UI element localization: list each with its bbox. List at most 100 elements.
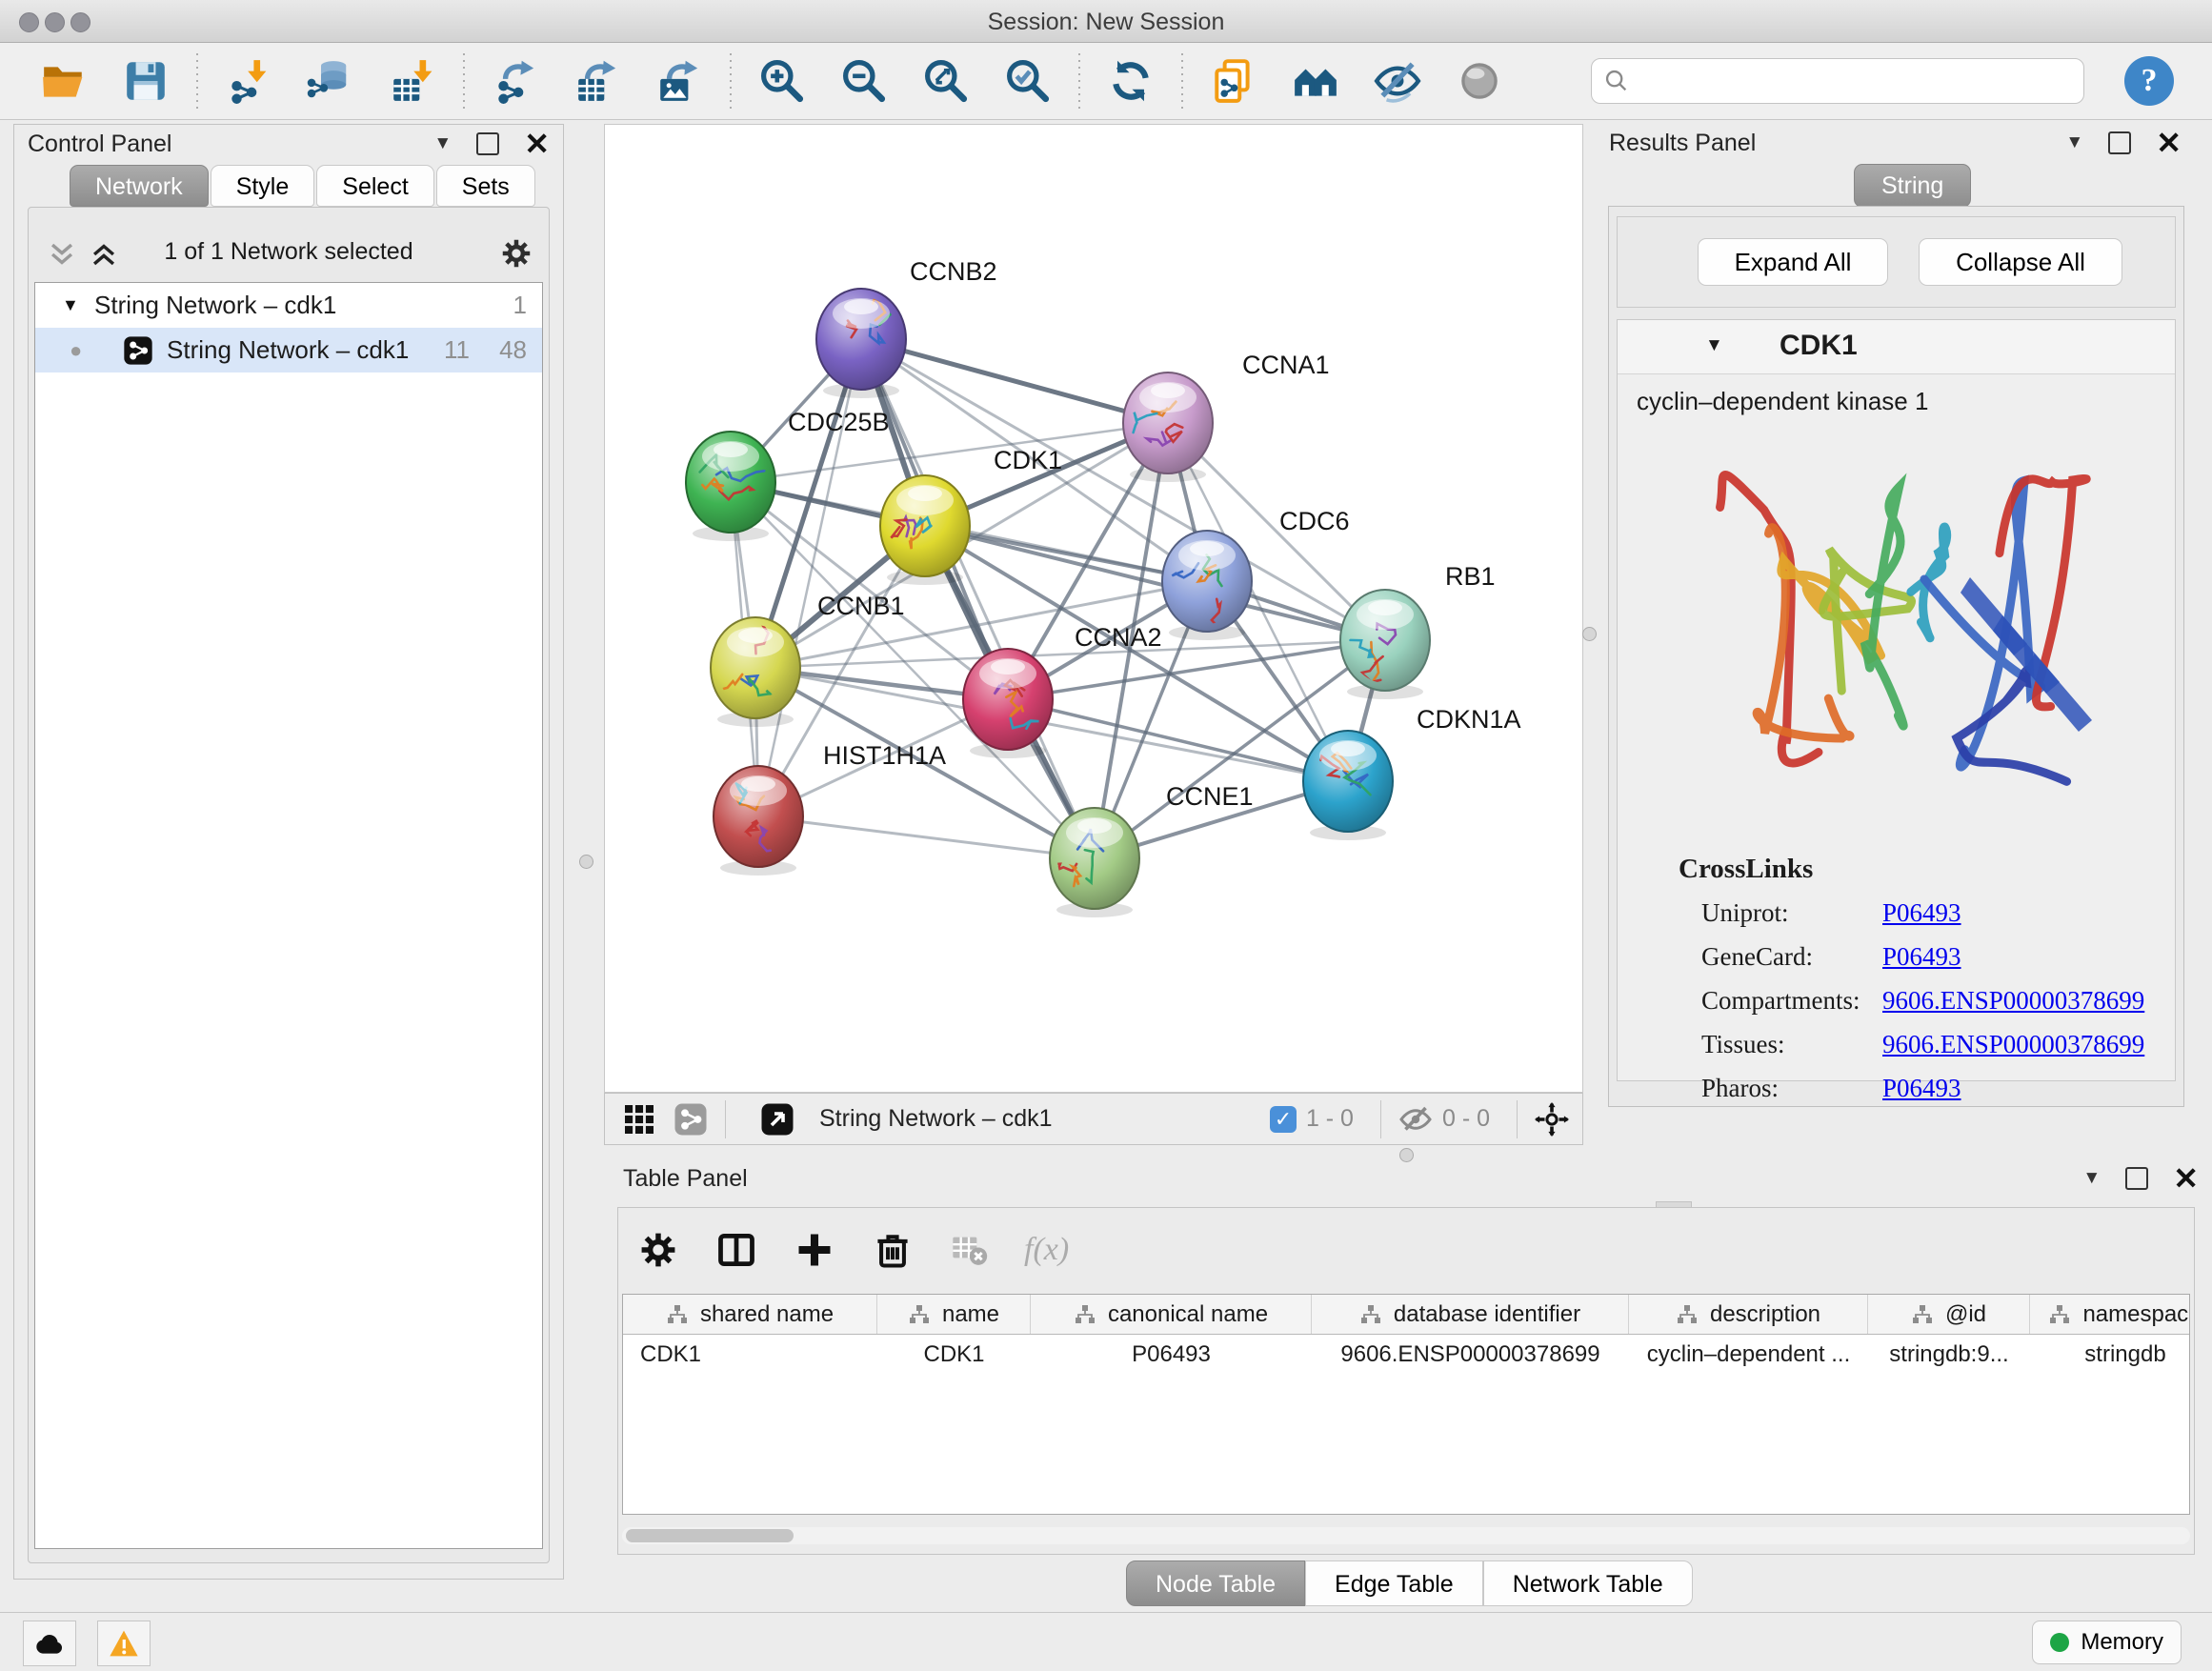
tab-node-table[interactable]: Node Table (1126, 1560, 1305, 1606)
help-button[interactable]: ? (2124, 56, 2174, 106)
hidden-eye-icon[interactable] (1398, 1102, 1433, 1137)
tab-string[interactable]: String (1854, 164, 1971, 208)
zoom-selected-button[interactable] (998, 51, 1057, 111)
table-cell[interactable]: stringdb:9... (1868, 1335, 2030, 1374)
network-canvas[interactable]: CCNB2CCNA1CDC25BCDK1CDC6RB1CCNB1CCNA2CDK… (604, 124, 1583, 1093)
table-cell[interactable]: cyclin–dependent ... (1629, 1335, 1868, 1374)
collapse-all-button[interactable]: Collapse All (1919, 238, 2122, 286)
network-collection-row[interactable]: ▼ String Network – cdk1 1 (35, 283, 542, 328)
float-panel-icon[interactable] (2108, 131, 2131, 154)
network-node-cdkn1a[interactable]: CDKN1A (1303, 705, 1521, 840)
column-header-canonical-name[interactable]: canonical name (1031, 1295, 1312, 1334)
left-splitter-handle[interactable] (579, 855, 593, 869)
tree-expand-icon[interactable]: ▼ (62, 283, 79, 328)
protein-section-header[interactable]: ▼ CDK1 (1618, 320, 2175, 374)
crosslink-link[interactable]: P06493 (1882, 898, 1961, 927)
column-header-name[interactable]: name (877, 1295, 1031, 1334)
export-image-button[interactable] (650, 51, 709, 111)
crosslink-link[interactable]: P06493 (1882, 1074, 1961, 1102)
node-label: HIST1H1A (823, 741, 946, 770)
network-node-ccne1[interactable]: CCNE1 (1050, 782, 1254, 917)
zoom-fit-button[interactable] (916, 51, 975, 111)
table-cell[interactable]: CDK1 (877, 1335, 1031, 1374)
refresh-button[interactable] (1101, 51, 1160, 111)
table-cell[interactable]: CDK1 (623, 1335, 877, 1374)
horizontal-scrollbar-thumb[interactable] (626, 1529, 794, 1542)
grid-view-icon[interactable] (622, 1102, 656, 1137)
network-node-rb1[interactable]: RB1 (1340, 562, 1496, 702)
panel-menu-icon[interactable]: ▼ (2082, 1168, 2101, 1189)
fit-selected-crosshair-icon[interactable] (1535, 1102, 1569, 1137)
network-node-hist1h1a[interactable]: HIST1H1A (714, 741, 946, 876)
collection-count: 1 (513, 283, 527, 328)
column-header-description[interactable]: description (1629, 1295, 1868, 1334)
table-settings-gear-icon[interactable] (637, 1229, 679, 1271)
zoom-out-button[interactable] (835, 51, 894, 111)
close-panel-icon[interactable]: ✕ (2173, 1169, 2199, 1188)
tab-select[interactable]: Select (316, 165, 433, 207)
network-edge[interactable] (758, 816, 1095, 858)
network-edge[interactable] (861, 339, 1168, 423)
tab-style[interactable]: Style (211, 165, 315, 207)
table-row[interactable]: CDK1CDK1P064939606.ENSP00000378699cyclin… (623, 1335, 2189, 1374)
delete-table-icon[interactable] (950, 1229, 988, 1271)
zoom-in-button[interactable] (753, 51, 812, 111)
float-panel-icon[interactable] (476, 132, 499, 155)
panel-menu-icon[interactable]: ▼ (433, 133, 452, 154)
panel-menu-icon[interactable]: ▼ (2065, 132, 2083, 153)
network-collection-label: String Network – cdk1 (94, 283, 336, 328)
open-folder-button[interactable] (34, 51, 93, 111)
create-column-plus-icon[interactable] (794, 1229, 835, 1271)
import-network-button[interactable] (219, 51, 278, 111)
column-header-shared-name[interactable]: shared name (623, 1295, 877, 1334)
save-button[interactable] (116, 51, 175, 111)
table-cell[interactable]: stringdb (2030, 1335, 2190, 1374)
network-list-header: 1 of 1 Network selected (29, 229, 549, 276)
show-columns-icon[interactable] (715, 1229, 757, 1271)
cloud-status-button[interactable] (23, 1621, 76, 1666)
table-cell[interactable]: 9606.ENSP00000378699 (1312, 1335, 1629, 1374)
expand-all-button[interactable]: Expand All (1698, 238, 1888, 286)
bottom-splitter-handle[interactable] (1399, 1148, 1414, 1162)
column-header-database-identifier[interactable]: database identifier (1312, 1295, 1629, 1334)
column-header-namespace[interactable]: namespace (2030, 1295, 2190, 1334)
collapse-section-icon[interactable]: ▼ (1705, 335, 1723, 356)
column-header--id[interactable]: @id (1868, 1295, 2030, 1334)
memory-button[interactable]: Memory (2032, 1621, 2182, 1664)
import-table-button[interactable] (383, 51, 442, 111)
function-builder-icon[interactable]: f(x) (1024, 1232, 1069, 1268)
float-panel-icon[interactable] (2125, 1167, 2148, 1190)
results-panel-title: Results Panel (1609, 130, 1756, 157)
search-input[interactable] (1630, 67, 2072, 95)
import-database-button[interactable] (301, 51, 360, 111)
clone-network-button[interactable] (1204, 51, 1263, 111)
horizontal-scrollbar[interactable] (622, 1527, 2190, 1544)
crosslink-label: Pharos: (1701, 1074, 1882, 1103)
network-row-selected[interactable]: ● String Network – cdk1 11 48 (35, 328, 542, 372)
tab-network[interactable]: Network (70, 165, 209, 207)
first-neighbors-button[interactable] (1286, 51, 1345, 111)
network-node-ccna1[interactable]: CCNA1 (1123, 351, 1330, 482)
crosslink-link[interactable]: 9606.ENSP00000378699 (1882, 1030, 2144, 1058)
network-options-gear-icon[interactable] (499, 236, 533, 271)
network-node-ccnb2[interactable]: CCNB2 (816, 257, 997, 398)
right-splitter-handle[interactable] (1582, 627, 1597, 641)
tab-sets[interactable]: Sets (436, 165, 535, 207)
delete-column-trash-icon[interactable] (872, 1229, 914, 1271)
close-panel-icon[interactable]: ✕ (524, 134, 550, 153)
export-network-button[interactable] (486, 51, 545, 111)
network-view-icon[interactable] (674, 1102, 708, 1137)
table-cell[interactable]: P06493 (1031, 1335, 1312, 1374)
show-all-button[interactable] (1450, 51, 1509, 111)
crosslink-link[interactable]: P06493 (1882, 942, 1961, 971)
export-table-button[interactable] (568, 51, 627, 111)
birdseye-view-icon[interactable] (760, 1102, 794, 1137)
close-panel-icon[interactable]: ✕ (2156, 133, 2182, 152)
warnings-button[interactable] (97, 1621, 151, 1666)
hide-selected-button[interactable] (1368, 51, 1427, 111)
tab-network-table[interactable]: Network Table (1483, 1560, 1693, 1606)
crosslink-link[interactable]: 9606.ENSP00000378699 (1882, 986, 2144, 1015)
search-box[interactable] (1591, 58, 2084, 104)
tab-edge-table[interactable]: Edge Table (1305, 1560, 1483, 1606)
selected-checkbox-icon[interactable]: ✓ (1270, 1106, 1297, 1133)
